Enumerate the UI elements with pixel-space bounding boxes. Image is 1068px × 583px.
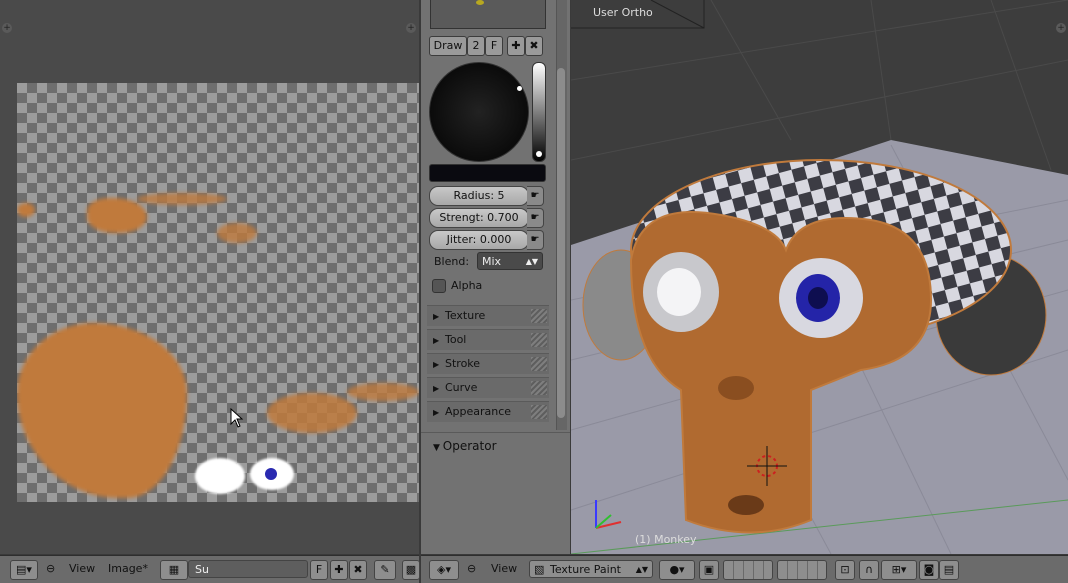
pen-pressure-icon: ☛ bbox=[530, 212, 540, 223]
pin-image-button[interactable]: ✎ bbox=[374, 560, 396, 580]
stroke-section-header[interactable]: ▶ Stroke bbox=[427, 353, 549, 374]
sphere-icon: ●▾ bbox=[669, 563, 685, 576]
plus-icon: ✚ bbox=[511, 39, 521, 52]
blend-label: Blend: bbox=[434, 255, 470, 268]
layer-lock-toggle[interactable]: ⊡ bbox=[835, 560, 855, 580]
view-name-label: User Ortho bbox=[593, 6, 653, 19]
editor-type-selector[interactable]: ◈▾ bbox=[429, 560, 459, 580]
magnet-icon: ∩ bbox=[864, 563, 874, 576]
image-icon: ▦ bbox=[168, 563, 180, 576]
triangle-right-icon: ▶ bbox=[433, 312, 440, 321]
cube-icon: ▣ bbox=[703, 563, 715, 576]
updown-arrow-icon: ▲▼ bbox=[635, 565, 648, 574]
texture-section-header[interactable]: ▶ Texture bbox=[427, 305, 549, 326]
brush-users-count[interactable]: 2 bbox=[467, 36, 485, 56]
snap-icon: ⊞▾ bbox=[891, 563, 907, 576]
collapse-menu-icon[interactable]: ⊖ bbox=[46, 560, 55, 578]
image-fake-user-button[interactable]: F bbox=[310, 560, 328, 580]
operator-header[interactable]: ▼ Operator bbox=[433, 439, 497, 455]
image-editor-icon: ▤▾ bbox=[16, 563, 32, 576]
drag-grip-icon[interactable] bbox=[531, 405, 547, 419]
alpha-checkbox[interactable] bbox=[432, 279, 446, 293]
image-menu[interactable]: Image* bbox=[108, 560, 148, 578]
tool-section-header[interactable]: ▶ Tool bbox=[427, 329, 549, 350]
appearance-section-header[interactable]: ▶ Appearance bbox=[427, 401, 549, 422]
snap-element-dropdown[interactable]: ⊞▾ bbox=[881, 560, 917, 580]
lock-icon: ⊡ bbox=[840, 563, 850, 576]
area-split-icon[interactable]: + bbox=[2, 23, 12, 33]
cube-icon: ◈▾ bbox=[437, 563, 451, 576]
area-split-icon[interactable]: + bbox=[1056, 23, 1066, 33]
alpha-label: Alpha bbox=[451, 279, 483, 292]
jitter-slider[interactable]: Jitter: 0.000 bbox=[429, 230, 529, 250]
pressure-toggle[interactable]: ☛ bbox=[527, 230, 544, 250]
image-paint-toggle[interactable]: ▩ bbox=[402, 560, 420, 580]
close-icon: ✖ bbox=[529, 39, 539, 52]
brush-name-field[interactable]: Draw bbox=[429, 36, 467, 56]
snap-toggle[interactable]: ∩ bbox=[859, 560, 879, 580]
editor-type-selector[interactable]: ▤▾ bbox=[10, 560, 38, 580]
checker-icon: ▩ bbox=[405, 563, 417, 576]
mouse-cursor-icon bbox=[230, 408, 244, 428]
pressure-toggle[interactable]: ☛ bbox=[527, 208, 544, 228]
brush-fake-user-button[interactable]: F bbox=[485, 36, 503, 56]
mode-dropdown[interactable]: ▧ Texture Paint ▲▼ bbox=[529, 560, 653, 578]
close-icon: ✖ bbox=[353, 563, 363, 576]
area-split-icon[interactable]: + bbox=[406, 23, 416, 33]
triangle-right-icon: ▶ bbox=[433, 360, 440, 369]
unlink-image-button[interactable]: ✖ bbox=[349, 560, 367, 580]
image-name-field[interactable]: Su bbox=[188, 560, 308, 578]
render-animation-button[interactable]: ▤ bbox=[939, 560, 959, 580]
brush-icon: ▧ bbox=[534, 563, 545, 576]
shading-dropdown[interactable]: ●▾ bbox=[659, 560, 695, 580]
curve-section-header[interactable]: ▶ Curve bbox=[427, 377, 549, 398]
scrollbar-thumb[interactable] bbox=[557, 68, 565, 418]
blend-mode-dropdown[interactable]: Mix ▲▼ bbox=[477, 252, 543, 270]
blend-mode-value: Mix bbox=[482, 255, 502, 268]
radius-slider[interactable]: Radius: 5 bbox=[429, 186, 529, 206]
strength-slider[interactable]: Strengt: 0.700 bbox=[429, 208, 529, 228]
value-slider[interactable] bbox=[532, 62, 546, 162]
layer-buttons-1[interactable] bbox=[723, 560, 773, 580]
pin-icon: ✎ bbox=[380, 563, 390, 576]
camera-icon: ◙ bbox=[923, 563, 935, 576]
render-opengl-button[interactable]: ◙ bbox=[919, 560, 939, 580]
pressure-toggle[interactable]: ☛ bbox=[527, 186, 544, 206]
layer-buttons-2[interactable] bbox=[777, 560, 827, 580]
collapse-menu-icon[interactable]: ⊖ bbox=[467, 560, 476, 578]
updown-arrow-icon: ▲▼ bbox=[525, 257, 538, 266]
3d-viewport[interactable]: User Ortho (1) Monkey + bbox=[571, 0, 1068, 554]
new-image-button[interactable]: ✚ bbox=[330, 560, 348, 580]
view-menu[interactable]: View bbox=[69, 560, 95, 578]
drag-grip-icon[interactable] bbox=[531, 381, 547, 395]
film-icon: ▤ bbox=[943, 563, 955, 576]
image-editor-header: ▤▾ ⊖ View Image* ▦ Su F ✚ ✖ ✎ ▩ bbox=[0, 555, 420, 583]
triangle-right-icon: ▶ bbox=[433, 336, 440, 345]
view-menu[interactable]: View bbox=[491, 560, 517, 578]
image-browse-button[interactable]: ▦ bbox=[160, 560, 188, 580]
brush-preview[interactable] bbox=[430, 0, 546, 29]
drag-grip-icon[interactable] bbox=[531, 309, 547, 323]
drag-grip-icon[interactable] bbox=[531, 333, 547, 347]
object-name-label: (1) Monkey bbox=[635, 533, 697, 546]
viewport-header: ◈▾ ⊖ View ▧ Texture Paint ▲▼ ●▾ ▣ ⊡ ∩ ⊞▾… bbox=[421, 555, 1068, 583]
color-wheel[interactable] bbox=[429, 62, 529, 162]
triangle-right-icon: ▶ bbox=[433, 384, 440, 393]
unlink-brush-button[interactable]: ✖ bbox=[525, 36, 543, 56]
triangle-right-icon: ▶ bbox=[433, 408, 440, 417]
tool-shelf-panel[interactable]: Draw 2 F ✚ ✖ Radius: 5 ☛ Strengt: 0.700 … bbox=[421, 0, 570, 554]
triangle-down-icon: ▼ bbox=[433, 443, 443, 453]
pen-pressure-icon: ☛ bbox=[530, 234, 540, 245]
uv-texture-image[interactable] bbox=[17, 83, 419, 502]
plus-icon: ✚ bbox=[334, 563, 344, 576]
viewport-scene[interactable] bbox=[571, 0, 1068, 554]
pen-pressure-icon: ☛ bbox=[530, 190, 540, 201]
drag-grip-icon[interactable] bbox=[531, 357, 547, 371]
texture-paint-mask-toggle[interactable]: ▣ bbox=[699, 560, 719, 580]
new-brush-button[interactable]: ✚ bbox=[507, 36, 525, 56]
image-editor[interactable]: + + bbox=[0, 0, 419, 554]
color-swatch[interactable] bbox=[429, 164, 546, 182]
